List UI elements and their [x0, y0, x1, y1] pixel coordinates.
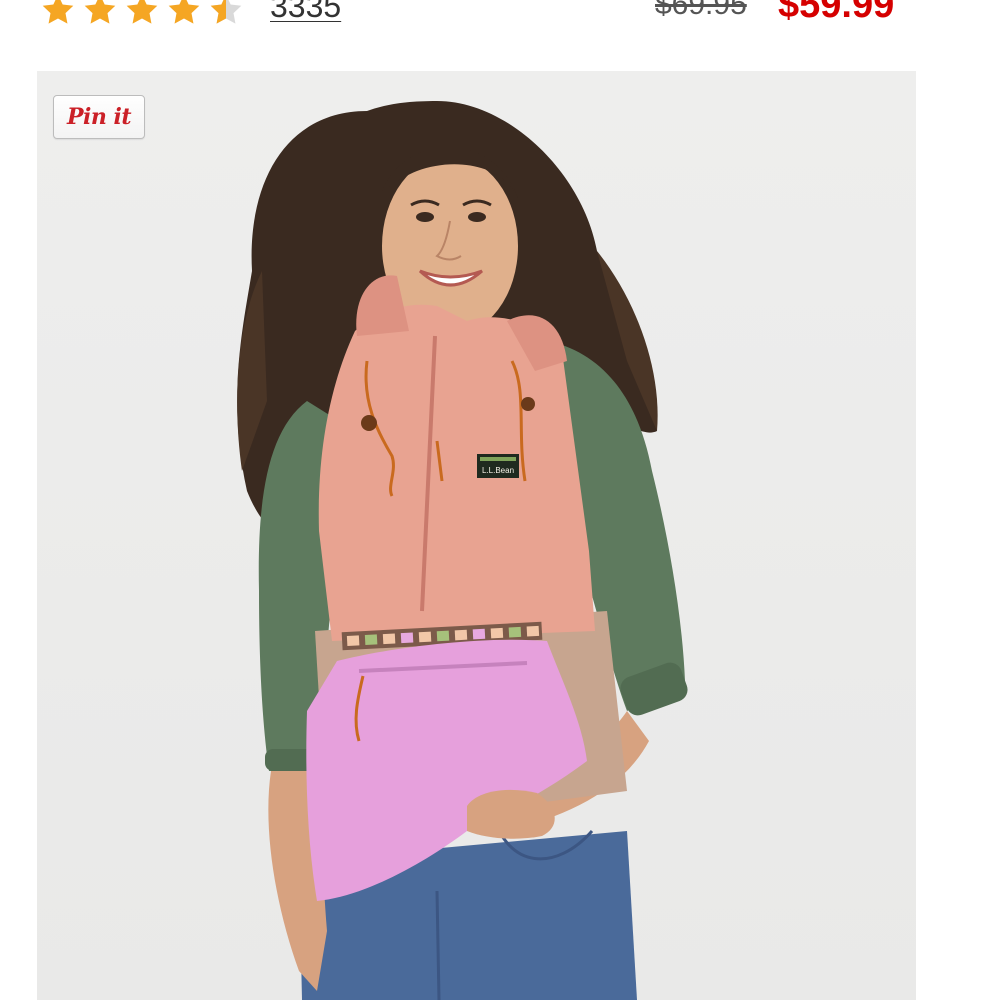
star-full-icon: [42, 0, 74, 24]
star-half-icon: [210, 0, 242, 24]
star-full-icon: [126, 0, 158, 24]
pin-it-label: Pin it: [66, 104, 132, 130]
brand-patch-text: L.L.Bean: [482, 466, 514, 475]
review-count-link[interactable]: 3335: [270, 0, 341, 25]
star-rating[interactable]: [40, 0, 244, 28]
model-illustration: L.L.Bean: [237, 101, 688, 1000]
star-full-icon: [168, 0, 200, 24]
star-full-icon: [84, 0, 116, 24]
original-price: $69.95: [655, 0, 747, 21]
pin-it-button[interactable]: Pin it: [53, 95, 145, 139]
sale-price: $59.99: [778, 0, 895, 26]
product-image[interactable]: L.L.Bean Pin it: [37, 71, 916, 1000]
product-page: 3335 $69.95 $59.99 L.L.Bean Pin it: [0, 0, 1000, 1000]
product-summary-bar: 3335 $69.95 $59.99: [0, 0, 1000, 32]
